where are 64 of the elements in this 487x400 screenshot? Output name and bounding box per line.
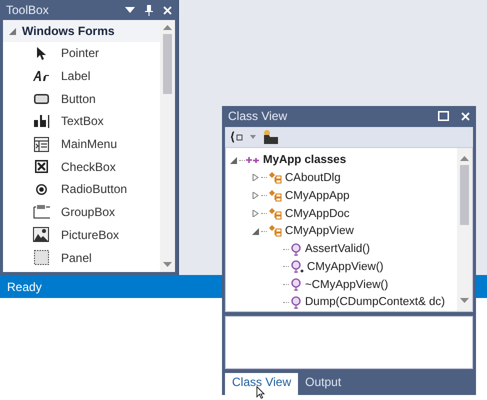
tree-item[interactable]: AssertValid()	[305, 243, 370, 256]
tree-item[interactable]: Dump(CDumpContext& dc)	[305, 296, 445, 308]
toolbox-item[interactable]: Pointer	[3, 42, 160, 65]
checkbox-icon	[34, 160, 48, 174]
class-icon	[268, 172, 282, 184]
button-icon	[34, 94, 48, 104]
panel-icon	[34, 250, 48, 266]
tab[interactable]: Output	[298, 372, 348, 395]
expander-icon[interactable]	[252, 228, 259, 235]
scroll-down-icon[interactable]	[163, 262, 172, 267]
constructor-icon	[290, 260, 304, 274]
toolbox-item[interactable]: TextBox	[3, 110, 160, 133]
tree-item[interactable]: CMyAppView	[285, 225, 354, 238]
maximize-icon[interactable]	[438, 111, 449, 122]
dropdown-icon[interactable]	[125, 7, 135, 13]
radio-icon	[36, 184, 46, 195]
tree-item[interactable]: CMyAppView()	[307, 260, 384, 273]
method-icon	[290, 242, 302, 256]
panel-title: ToolBox	[6, 3, 50, 17]
picture-icon	[33, 227, 49, 242]
toolbox-item[interactable]: RadioButton	[3, 178, 160, 201]
pin-icon[interactable]	[145, 4, 153, 16]
expander-icon[interactable]	[252, 192, 259, 200]
class-icon	[268, 190, 282, 202]
class-icon	[268, 225, 282, 238]
toolbox-item[interactable]: GroupBox	[3, 200, 160, 224]
expander-icon[interactable]	[252, 210, 259, 217]
scrollbar[interactable]	[160, 20, 175, 272]
tree-item[interactable]: CAboutDlg	[285, 172, 341, 184]
dropdown-icon[interactable]	[250, 134, 256, 139]
class-braces-icon[interactable]	[231, 130, 244, 143]
class-icon	[268, 208, 282, 220]
method-icon	[290, 296, 302, 309]
folder-icon[interactable]	[262, 129, 279, 144]
close-icon[interactable]	[461, 112, 470, 121]
window-title: Class View	[228, 109, 288, 124]
expander-icon[interactable]	[9, 28, 16, 34]
toolbox-item[interactable]: MainMenu	[3, 132, 160, 156]
scroll-up-icon[interactable]	[460, 156, 469, 162]
scrollbar[interactable]	[457, 148, 472, 312]
status-text: Ready	[7, 280, 42, 294]
scroll-thumb[interactable]	[163, 34, 172, 94]
menu-icon	[34, 136, 48, 152]
tree-item[interactable]: CMyAppApp	[285, 190, 350, 202]
close-icon[interactable]	[163, 6, 172, 14]
tree-item[interactable]: ~CMyAppView()	[305, 278, 388, 291]
namespace-icon	[246, 155, 260, 166]
tree-item[interactable]: MyApp classes	[263, 154, 346, 166]
label-icon	[32, 70, 50, 82]
group-header[interactable]: Windows Forms	[3, 20, 160, 42]
expander-icon[interactable]	[252, 174, 259, 182]
toolbox-item[interactable]: Button	[3, 87, 160, 110]
tree-item[interactable]: CMyAppDoc	[285, 208, 350, 220]
toolbox-item[interactable]: PictureBox	[3, 224, 160, 246]
arrow-pointer-icon	[36, 46, 46, 60]
toolbox-item[interactable]: Label	[3, 64, 160, 88]
toolbox-item[interactable]: Panel	[3, 246, 160, 269]
method-icon	[290, 278, 302, 292]
groupbox-icon	[32, 205, 50, 220]
tab[interactable]: Class View	[225, 372, 298, 395]
toolbox-item[interactable]: CheckBox	[3, 155, 160, 178]
scroll-thumb[interactable]	[460, 165, 469, 226]
scroll-up-icon[interactable]	[163, 25, 172, 30]
expander-icon[interactable]	[230, 156, 237, 164]
